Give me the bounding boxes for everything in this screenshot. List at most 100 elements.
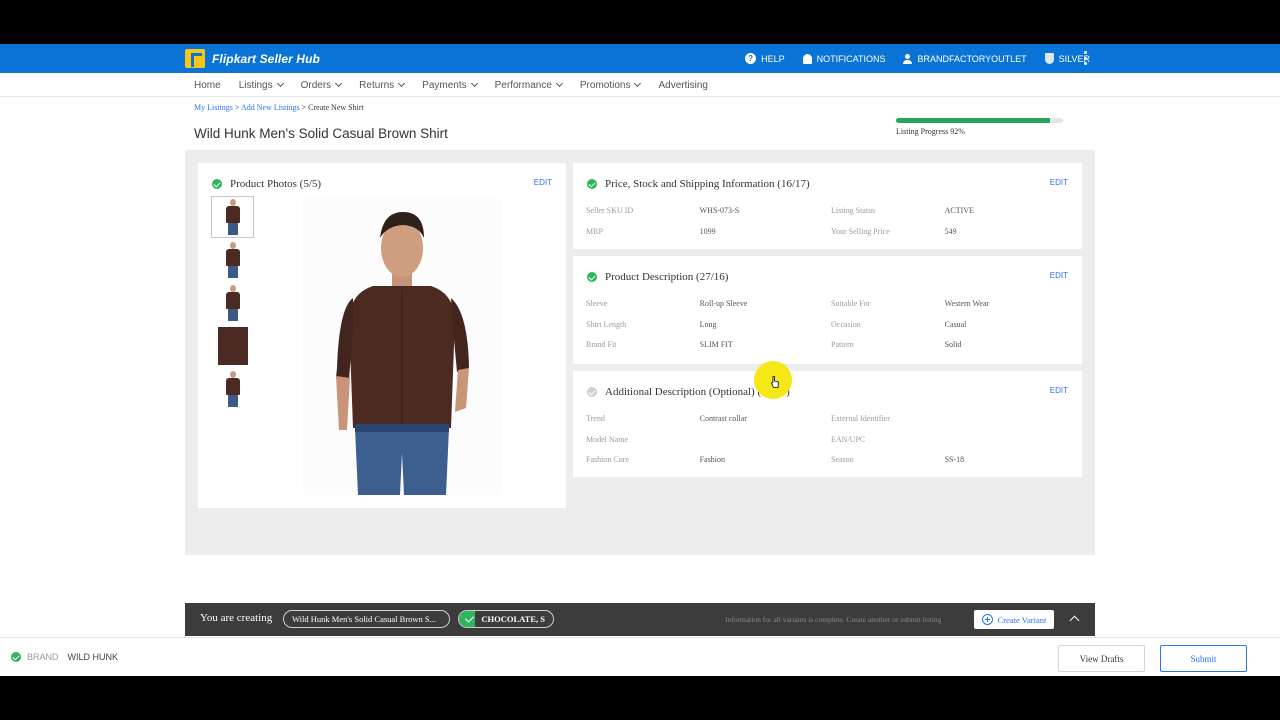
photo-thumbnails	[211, 196, 255, 411]
field-value: Solid	[944, 340, 962, 349]
photo-thumbnail[interactable]	[211, 196, 254, 238]
breadcrumb-my-listings[interactable]: My Listings	[194, 103, 233, 112]
breadcrumb-add-new-listings[interactable]: Add New Listings	[241, 103, 300, 112]
photo-thumbnail[interactable]	[211, 282, 254, 324]
field-label: Fashion Core	[586, 455, 629, 464]
more-menu-icon[interactable]	[1083, 51, 1087, 65]
nav-item-orders[interactable]: Orders	[300, 79, 343, 91]
help-label: HELP	[761, 53, 785, 64]
nav-item-performance[interactable]: Performance	[495, 80, 563, 91]
field-value: Casual	[944, 319, 967, 329]
field-value: Contrast collar	[699, 414, 747, 423]
footer-bar: BRAND WILD HUNK View Drafts Submit	[0, 637, 1280, 676]
page-title: Wild Hunk Men's Solid Casual Brown Shirt	[194, 126, 448, 141]
nav-item-listings[interactable]: Listings	[238, 79, 284, 91]
field-label: Pattern	[831, 340, 854, 349]
bell-icon	[802, 53, 812, 64]
additional-description-card: Additional Description (Optional) (28/23…	[573, 371, 1082, 477]
page-content: My Listings > Add New Listings > Create …	[185, 98, 1095, 555]
card-title: Product Description (27/16)	[587, 271, 728, 283]
field-row: Fashion Core Fashion Season SS-18	[586, 455, 1076, 476]
edit-price-button[interactable]: EDIT	[1050, 178, 1068, 187]
logo-text: Flipkart Seller Hub	[212, 51, 320, 66]
nav-item-label: Listings	[238, 79, 273, 91]
photos-title: Product Photos (5/5)	[230, 178, 322, 190]
help-icon: ?	[745, 53, 757, 64]
chevron-up-icon[interactable]	[1069, 615, 1080, 626]
flipkart-logo[interactable]: Flipkart Seller Hub	[185, 49, 320, 68]
field-label: MRP	[586, 226, 603, 236]
additional-fields: Trend Contrast collar External Identifier M…	[586, 414, 1076, 476]
chevron-down-icon	[276, 79, 284, 88]
edit-description-button[interactable]: EDIT	[1050, 271, 1068, 280]
notifications-link[interactable]: NOTIFICATIONS	[802, 53, 885, 64]
nav-item-label: Home	[194, 79, 221, 91]
creating-variant-bar: You are creating Wild Hunk Men's Solid C…	[185, 603, 1095, 636]
nav-item-home[interactable]: Home	[194, 80, 221, 91]
check-circle-icon	[212, 179, 222, 189]
nav-item-label: Advertising	[658, 79, 708, 91]
view-drafts-button[interactable]: View Drafts	[1058, 645, 1145, 672]
photo-thumbnail[interactable]	[211, 368, 254, 410]
help-link[interactable]: ? HELP	[745, 53, 785, 64]
create-variant-label: Create Variant	[997, 614, 1047, 625]
nav-item-returns[interactable]: Returns	[359, 79, 406, 91]
field-label: Model Name	[586, 434, 628, 444]
field-value: WHS-073-S	[699, 206, 740, 215]
breadcrumb-separator: >	[299, 103, 309, 112]
main-nav: Home Listings Orders Returns Payments Perform…	[0, 73, 1280, 97]
field-label: Seller SKU ID	[586, 206, 634, 215]
submit-button[interactable]: Submit	[1160, 645, 1247, 672]
field-value: Roll-up Sleeve	[699, 299, 748, 308]
account-link[interactable]: BRANDFACTORYOUTLET	[903, 53, 1027, 64]
field-value: ACTIVE	[944, 206, 974, 215]
nav-item-promotions[interactable]: Promotions	[579, 79, 642, 91]
field-row: Seller SKU ID WHS-073-S Listing Status ACTI…	[586, 206, 1076, 227]
price-title: Price, Stock and Shipping Information (1…	[605, 178, 810, 190]
check-circle-icon	[587, 387, 597, 397]
check-icon	[459, 611, 476, 627]
field-value: Western Wear	[944, 299, 990, 308]
edit-photos-button[interactable]: EDIT	[534, 178, 552, 187]
field-row: Model Name EAN/UPC	[586, 435, 1076, 456]
field-row: Trend Contrast collar External Identifier	[586, 414, 1076, 435]
shield-icon	[1044, 53, 1054, 64]
variant-info-text: Information for all variants is complete…	[725, 615, 942, 624]
field-label: Brand Fit	[586, 340, 617, 349]
product-pill[interactable]: Wild Hunk Men's Solid Casual Brown S...	[283, 610, 450, 628]
field-value: 1099	[699, 226, 716, 236]
create-variant-button[interactable]: Create Variant	[974, 610, 1054, 629]
photo-thumbnail[interactable]	[211, 325, 254, 367]
field-value: SS-18	[944, 455, 965, 464]
field-row: MRP 1099 Your Selling Price 549	[586, 227, 1076, 248]
chevron-down-icon	[398, 79, 406, 88]
variant-pill[interactable]: CHOCOLATE, S	[458, 610, 554, 628]
field-row: Sleeve Roll-up Sleeve Suitable For Western …	[586, 299, 1076, 320]
field-label: Sleeve	[586, 299, 608, 308]
nav-item-payments[interactable]: Payments	[422, 80, 478, 91]
photo-thumbnail[interactable]	[211, 239, 254, 281]
description-title: Product Description (27/16)	[605, 271, 729, 283]
nav-item-advertising[interactable]: Advertising	[658, 80, 707, 91]
price-fields: Seller SKU ID WHS-073-S Listing Status ACTI…	[586, 206, 1076, 247]
nav-item-label: Promotions	[579, 79, 631, 91]
chevron-down-icon	[335, 79, 343, 88]
description-fields: Sleeve Roll-up Sleeve Suitable For Western …	[586, 299, 1076, 361]
field-label: Trend	[586, 414, 605, 423]
field-label: Shirt Length	[586, 319, 627, 329]
brand-value: WILD HUNK	[67, 652, 119, 662]
user-icon	[903, 53, 913, 64]
brand-key: BRAND	[27, 652, 59, 662]
field-value: Long	[699, 319, 717, 329]
nav-item-label: Orders	[300, 79, 332, 91]
product-description-card: Product Description (27/16) EDIT Sleeve R…	[573, 256, 1082, 364]
edit-additional-button[interactable]: EDIT	[1050, 386, 1068, 395]
product-photos-card: Product Photos (5/5) EDIT	[198, 163, 566, 508]
flipkart-bag-icon	[185, 49, 205, 68]
field-label: External Identifier	[831, 414, 890, 423]
field-value: Fashion	[699, 455, 725, 464]
check-circle-icon	[587, 179, 597, 189]
top-bar: Flipkart Seller Hub ? HELP NOTIFICATIONS…	[0, 44, 1280, 73]
card-title: Product Photos (5/5)	[212, 178, 321, 190]
field-label: Listing Status	[831, 206, 876, 215]
